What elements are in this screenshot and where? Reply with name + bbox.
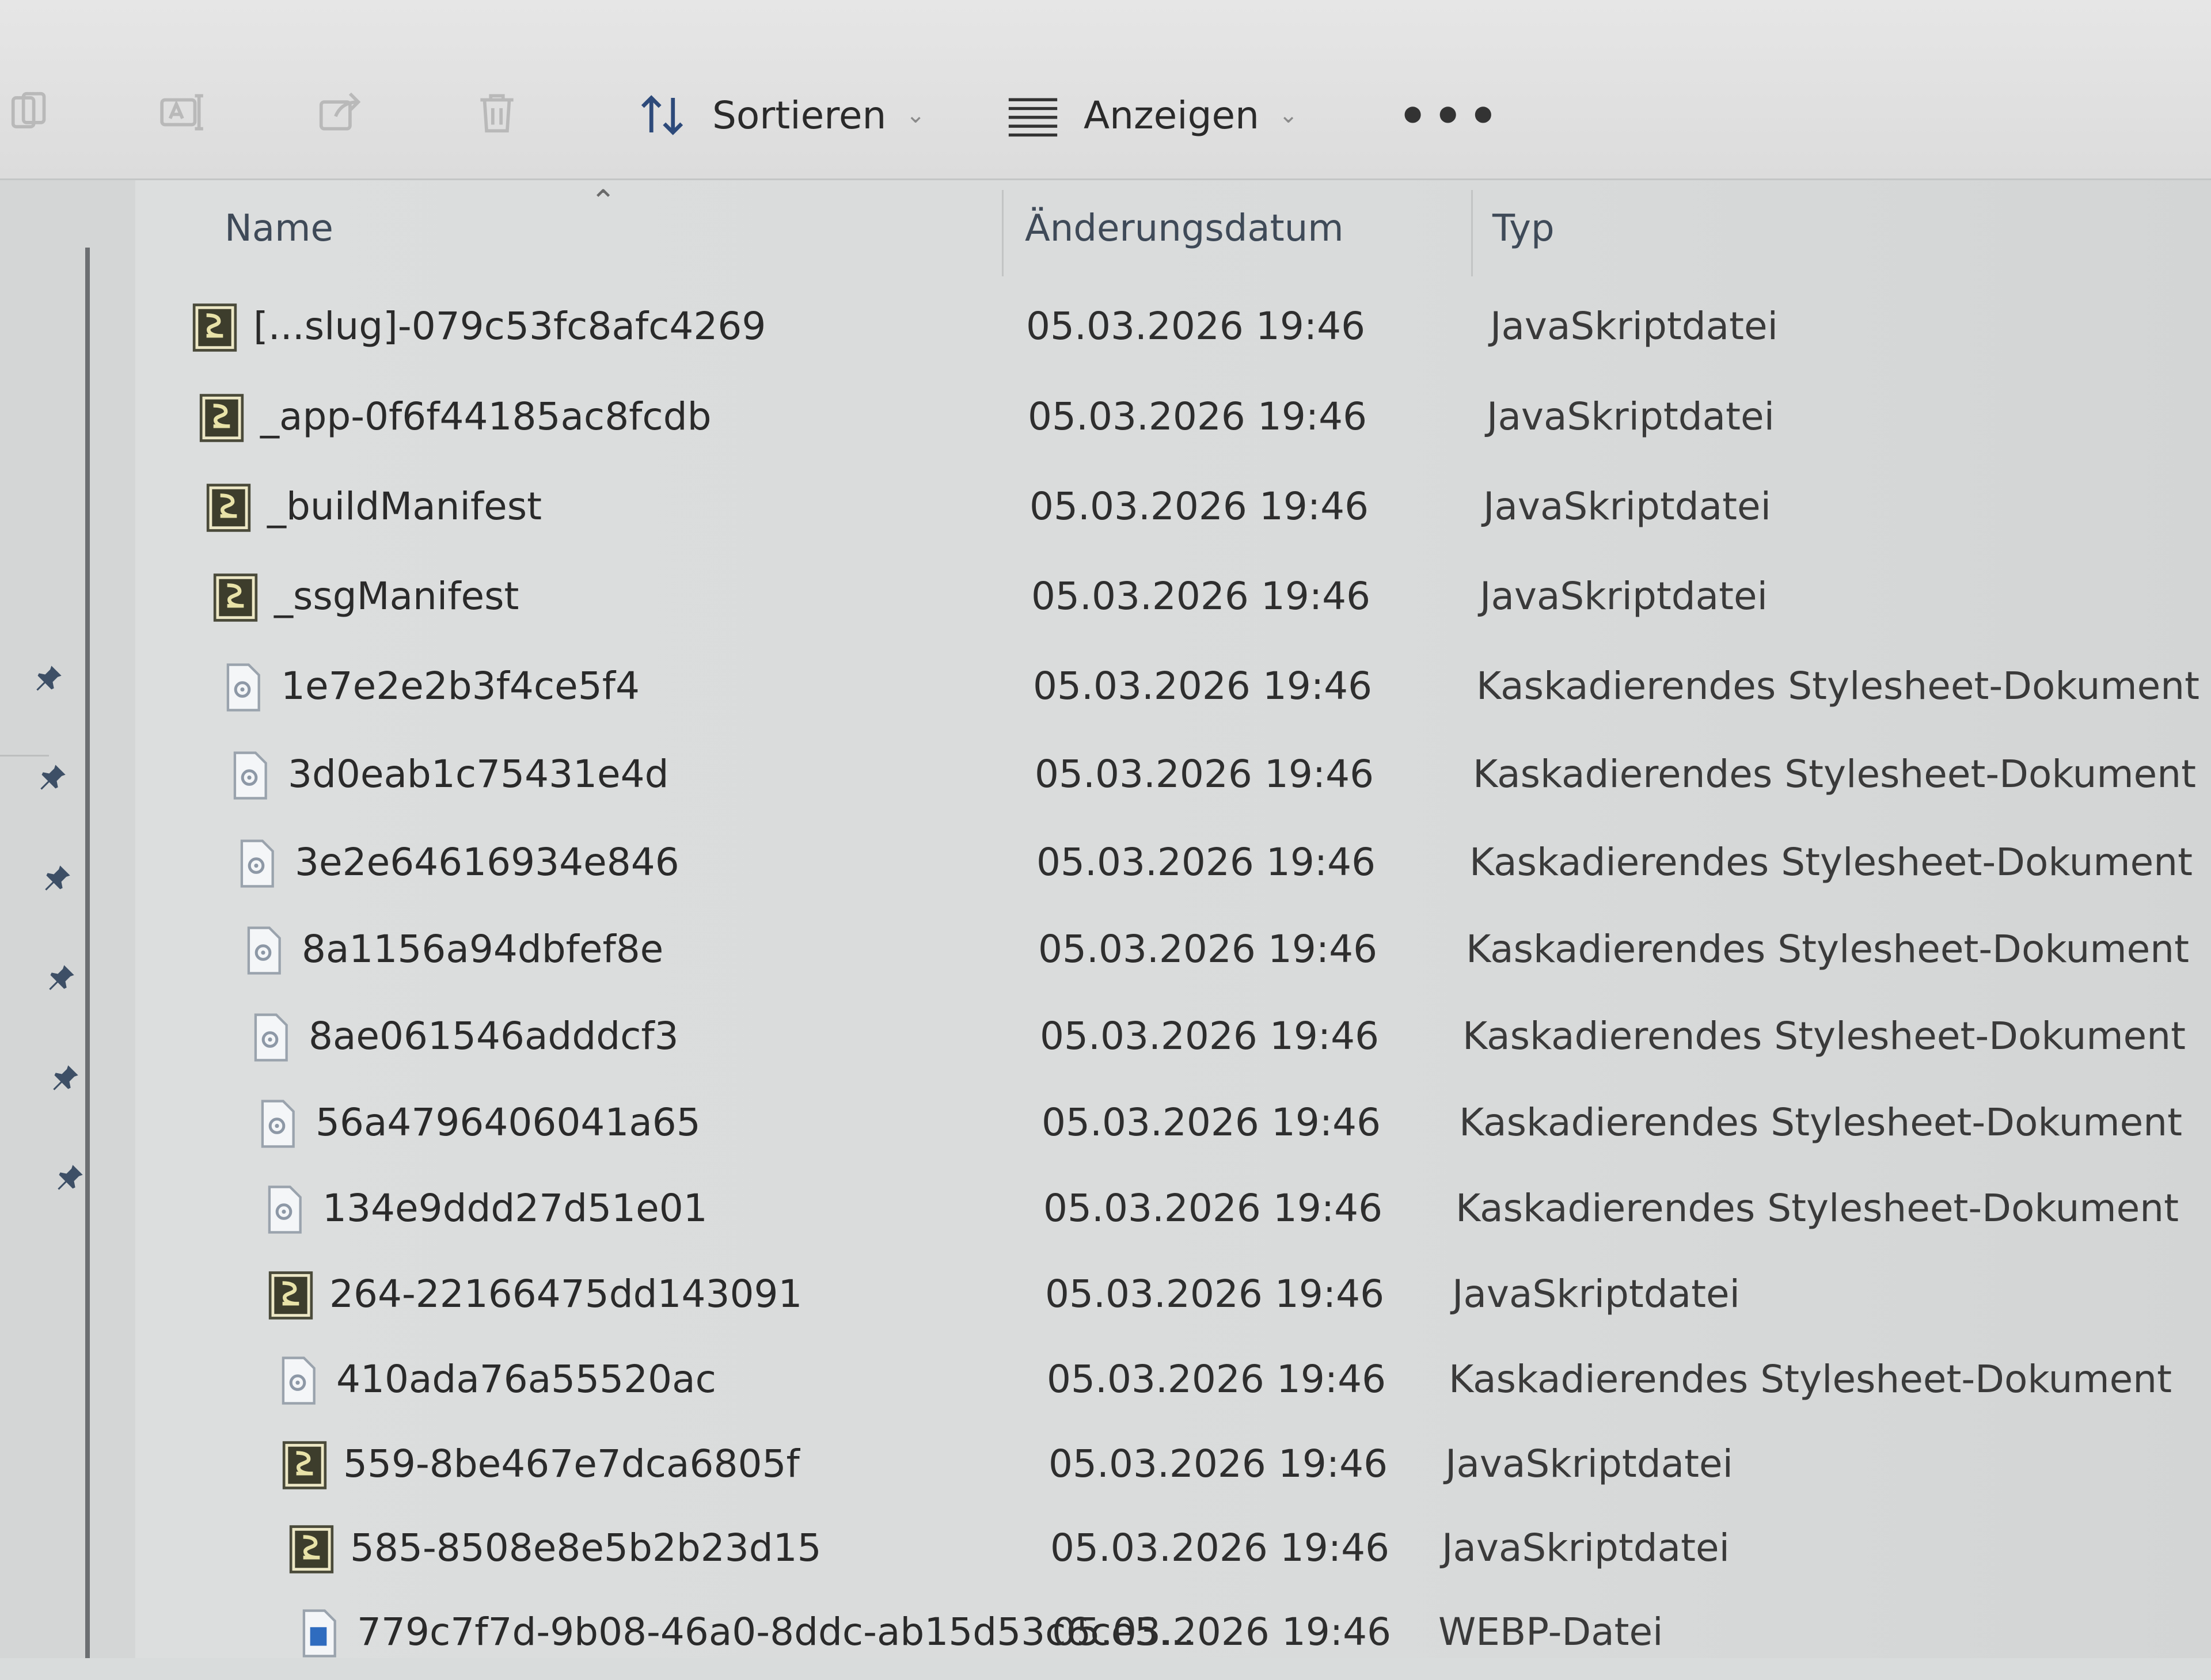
file-modified-date: 05.03.2026 19:46 — [1033, 664, 1373, 708]
file-name[interactable]: 1e7e2e2b3f4ce5f4 — [281, 664, 640, 708]
css-file-icon — [259, 1185, 309, 1234]
file-row[interactable]: 3e2e64616934e846 05.03.2026 19:46 Kaskadie… — [0, 824, 2211, 910]
sort-icon — [641, 95, 683, 135]
file-name[interactable]: _buildManifest — [267, 484, 542, 529]
file-modified-date: 05.03.2026 19:46 — [1029, 484, 1369, 529]
file-type: Kaskadierendes Stylesheet-Dokument — [1456, 1186, 2179, 1230]
javascript-file-icon — [190, 303, 240, 352]
file-modified-date: 05.03.2026 19:46 — [1031, 574, 1371, 618]
file-type: Kaskadierendes Stylesheet-Dokument — [1459, 1100, 2182, 1145]
file-name[interactable]: _ssgManifest — [274, 574, 519, 618]
file-name[interactable]: [...slug]-079c53fc8afc4269 — [253, 304, 766, 348]
file-row[interactable]: 264-22166475dd143091 05.03.2026 19:46 Java… — [0, 1256, 2211, 1342]
css-file-icon — [245, 1013, 295, 1062]
file-type: JavaSkriptdatei — [1483, 484, 1771, 529]
javascript-file-icon — [197, 393, 246, 443]
file-name[interactable]: 264-22166475dd143091 — [329, 1272, 802, 1316]
file-type: JavaSkriptdatei — [1442, 1526, 1730, 1570]
chevron-down-icon: ⌄ — [906, 102, 925, 128]
javascript-file-icon — [211, 573, 260, 622]
file-row[interactable]: 8a1156a94dbfef8e 05.03.2026 19:46 Kaskadie… — [0, 911, 2211, 997]
file-modified-date: 05.03.2026 19:46 — [1038, 927, 1378, 971]
file-row[interactable]: _ssgManifest 05.03.2026 19:46 JavaSkriptda… — [0, 558, 2211, 644]
view-label: Anzeigen — [1084, 93, 1259, 138]
file-row[interactable]: 8ae061546adddcf3 05.03.2026 19:46 Kaskadie… — [0, 998, 2211, 1084]
file-type: WEBP-Datei — [1438, 1610, 1663, 1654]
column-header-date[interactable]: Änderungsdatum — [1025, 207, 1344, 259]
file-type: Kaskadierendes Stylesheet-Dokument — [1473, 752, 2196, 796]
rename-icon[interactable] — [157, 86, 208, 138]
sort-label: Sortieren — [712, 93, 887, 138]
file-modified-date: 05.03.2026 19:46 — [1036, 840, 1376, 884]
copy-icon[interactable] — [6, 86, 58, 138]
javascript-file-icon — [287, 1525, 336, 1574]
file-name[interactable]: 559-8be467e7dca6805f — [343, 1442, 800, 1486]
column-header-name[interactable]: Name — [225, 207, 333, 259]
file-modified-date: 05.03.2026 19:46 — [1035, 752, 1374, 796]
share-icon[interactable] — [314, 86, 366, 138]
file-name[interactable]: 8a1156a94dbfef8e — [302, 927, 663, 971]
file-row[interactable]: _app-0f6f44185ac8fcdb 05.03.2026 19:46 Jav… — [0, 378, 2211, 465]
file-type: JavaSkriptdatei — [1452, 1272, 1740, 1316]
file-modified-date: 05.03.2026 19:46 — [1047, 1357, 1386, 1401]
file-type: JavaSkriptdatei — [1480, 574, 1768, 618]
css-file-icon — [218, 663, 267, 712]
javascript-file-icon — [266, 1271, 316, 1320]
file-row[interactable]: 779c7f7d-9b08-46a0-8ddc-ab15d53c6ce5... 0… — [0, 1594, 2211, 1680]
file-name[interactable]: 56a4796406041a65 — [316, 1100, 701, 1145]
file-name[interactable]: 8ae061546adddcf3 — [309, 1014, 679, 1058]
file-type: Kaskadierendes Stylesheet-Dokument — [1466, 927, 2189, 971]
file-modified-date: 05.03.2026 19:46 — [1045, 1272, 1385, 1316]
file-row[interactable]: 3d0eab1c75431e4d 05.03.2026 19:46 Kaskadie… — [0, 736, 2211, 822]
sort-button[interactable]: Sortieren ⌄ — [636, 81, 925, 150]
delete-icon[interactable] — [471, 86, 523, 138]
file-modified-date: 05.03.2026 19:46 — [1050, 1526, 1390, 1570]
column-header-type[interactable]: Typ — [1492, 207, 1555, 259]
file-modified-date: 05.03.2026 19:46 — [1026, 304, 1366, 348]
css-file-icon — [225, 751, 274, 800]
file-row[interactable]: [...slug]-079c53fc8afc4269 05.03.2026 19:… — [0, 288, 2211, 374]
file-name[interactable]: 3d0eab1c75431e4d — [288, 752, 669, 796]
file-type: JavaSkriptdatei — [1487, 394, 1775, 439]
sort-ascending-indicator: ⌃ — [590, 183, 617, 219]
javascript-file-icon — [204, 483, 253, 533]
file-name[interactable]: 410ada76a55520ac — [336, 1357, 716, 1401]
file-row[interactable]: 134e9ddd27d51e01 05.03.2026 19:46 Kaskadie… — [0, 1170, 2211, 1256]
file-name[interactable]: 3e2e64616934e846 — [295, 840, 679, 884]
file-name[interactable]: 585-8508e8e5b2b23d15 — [350, 1526, 822, 1570]
file-type: JavaSkriptdatei — [1445, 1442, 1733, 1486]
chevron-down-icon: ⌄ — [1278, 102, 1298, 128]
file-name[interactable]: _app-0f6f44185ac8fcdb — [260, 394, 712, 439]
column-separator[interactable] — [1471, 190, 1473, 276]
file-name[interactable]: 134e9ddd27d51e01 — [322, 1186, 708, 1230]
more-options-button[interactable]: ••• — [1398, 89, 1503, 143]
file-type: Kaskadierendes Stylesheet-Dokument — [1462, 1014, 2186, 1058]
file-modified-date: 05.03.2026 19:46 — [1043, 1186, 1383, 1230]
file-row[interactable]: 410ada76a55520ac 05.03.2026 19:46 Kaskadie… — [0, 1341, 2211, 1427]
file-modified-date: 05.03.2026 19:46 — [1052, 1610, 1392, 1654]
css-file-icon — [231, 839, 281, 888]
file-type: Kaskadierendes Stylesheet-Dokument — [1469, 840, 2193, 884]
view-button[interactable]: Anzeigen ⌄ — [1006, 81, 1298, 150]
file-modified-date: 05.03.2026 19:46 — [1048, 1442, 1388, 1486]
css-file-icon — [252, 1099, 302, 1149]
file-type: Kaskadierendes Stylesheet-Dokument — [1449, 1357, 2172, 1401]
file-row[interactable]: 585-8508e8e5b2b23d15 05.03.2026 19:46 Java… — [0, 1510, 2211, 1596]
command-bar: Sortieren ⌄ Anzeigen ⌄ ••• — [0, 0, 2211, 180]
view-icon — [1008, 98, 1058, 137]
file-row[interactable]: 56a4796406041a65 05.03.2026 19:46 Kaskadie… — [0, 1084, 2211, 1170]
css-file-icon — [238, 926, 288, 975]
file-row[interactable]: 1e7e2e2b3f4ce5f4 05.03.2026 19:46 Kaskadie… — [0, 648, 2211, 734]
file-modified-date: 05.03.2026 19:46 — [1028, 394, 1367, 439]
file-modified-date: 05.03.2026 19:46 — [1042, 1100, 1381, 1145]
column-separator[interactable] — [1002, 190, 1004, 276]
css-file-icon — [273, 1356, 322, 1405]
file-row[interactable]: 559-8be467e7dca6805f 05.03.2026 19:46 Java… — [0, 1426, 2211, 1512]
file-modified-date: 05.03.2026 19:46 — [1040, 1014, 1380, 1058]
file-type: Kaskadierendes Stylesheet-Dokument — [1476, 664, 2199, 708]
image-file-icon — [294, 1609, 343, 1658]
javascript-file-icon — [280, 1440, 329, 1490]
file-type: JavaSkriptdatei — [1490, 304, 1778, 348]
file-row[interactable]: _buildManifest 05.03.2026 19:46 JavaSkript… — [0, 468, 2211, 554]
